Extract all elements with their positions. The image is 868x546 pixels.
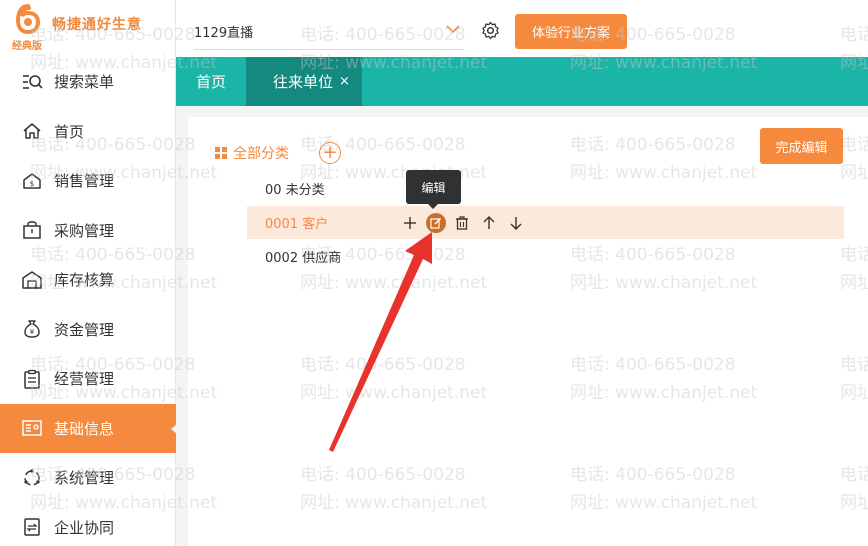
sidebar-item-warehouse[interactable]: 库存核算 xyxy=(0,255,176,305)
category-row-selected[interactable]: 0001 客户 xyxy=(247,206,844,239)
gear-icon[interactable] xyxy=(481,21,500,40)
edit-icon[interactable] xyxy=(426,213,446,233)
sales-icon: $ xyxy=(20,169,44,193)
sidebar-item-label: 系统管理 xyxy=(54,469,115,488)
chevron-down-icon xyxy=(446,25,460,34)
sidebar-item-home[interactable]: 首页 xyxy=(0,107,176,157)
add-category-button[interactable]: + xyxy=(319,142,341,164)
category-row[interactable]: 00 未分类 xyxy=(247,172,844,205)
home-icon xyxy=(20,119,44,143)
edit-tooltip: 编辑 xyxy=(406,170,461,209)
tab-partners[interactable]: 往来单位 × xyxy=(246,57,362,106)
row-actions xyxy=(399,212,532,234)
logo-mark-icon xyxy=(15,4,41,34)
add-subcategory-icon[interactable] xyxy=(399,212,421,234)
experience-industry-button[interactable]: 体验行业方案 xyxy=(515,14,627,49)
sidebar-item-label: 搜索菜单 xyxy=(54,73,115,92)
sidebar-item-collaboration[interactable]: 企业协同 xyxy=(0,503,176,546)
tab-bar: 首页 往来单位 × xyxy=(176,57,868,106)
sidebar-item-label: 基础信息 xyxy=(54,419,115,438)
finish-edit-button[interactable]: 完成编辑 xyxy=(760,128,843,164)
brand-logo[interactable]: 畅捷通好生意 经典版 xyxy=(0,0,176,58)
tab-home[interactable]: 首页 xyxy=(176,57,246,106)
sidebar-nav: 搜索菜单 首页 $ 销售管理 采购管理 库存核算 ¥ 资金管理 经营管理 基础信… xyxy=(0,57,177,546)
category-row[interactable]: 0002 供应商 xyxy=(247,240,844,273)
delete-icon[interactable] xyxy=(451,212,473,234)
warehouse-icon xyxy=(20,268,44,292)
sidebar-item-label: 经营管理 xyxy=(54,370,115,389)
top-bar: 1129直播 体验行业方案 xyxy=(176,0,868,57)
category-row-label: 0002 供应商 xyxy=(265,251,342,266)
category-row-label: 00 未分类 xyxy=(265,183,325,198)
store-select-value: 1129直播 xyxy=(194,26,254,41)
category-row-label: 0001 客户 xyxy=(265,217,329,232)
move-down-icon[interactable] xyxy=(505,212,527,234)
all-categories[interactable]: 全部分类 xyxy=(215,143,289,163)
plus-icon: + xyxy=(322,142,338,163)
sidebar-item-label: 企业协同 xyxy=(54,518,115,537)
money-bag-icon: ¥ xyxy=(20,317,44,341)
tab-label: 首页 xyxy=(196,73,227,91)
brand-name: 畅捷通好生意 xyxy=(52,17,142,33)
store-select[interactable]: 1129直播 xyxy=(194,14,464,50)
sidebar-item-label: 销售管理 xyxy=(54,172,115,191)
search-menu-icon xyxy=(20,70,44,94)
svg-text:$: $ xyxy=(30,180,34,188)
sidebar-item-label: 首页 xyxy=(54,122,85,141)
sidebar-item-sales[interactable]: $ 销售管理 xyxy=(0,156,176,206)
sidebar-item-purchase[interactable]: 采购管理 xyxy=(0,206,176,256)
clipboard-icon xyxy=(20,367,44,391)
grid-icon xyxy=(215,147,227,159)
sidebar-item-search-menu[interactable]: 搜索菜单 xyxy=(0,57,176,107)
sidebar: 畅捷通好生意 经典版 搜索菜单 首页 $ 销售管理 采购管理 库存核算 ¥ 资金… xyxy=(0,0,177,546)
move-up-icon[interactable] xyxy=(478,212,500,234)
svg-text:¥: ¥ xyxy=(30,328,35,336)
sidebar-item-system[interactable]: 系统管理 xyxy=(0,453,176,503)
purchase-icon xyxy=(20,218,44,242)
close-icon[interactable]: × xyxy=(339,74,350,89)
sidebar-item-operations[interactable]: 经营管理 xyxy=(0,354,176,404)
collab-icon xyxy=(20,515,44,539)
sidebar-item-label: 资金管理 xyxy=(54,320,115,339)
sidebar-item-basic-info[interactable]: 基础信息 xyxy=(0,403,177,453)
all-categories-label: 全部分类 xyxy=(233,146,289,162)
sidebar-item-label: 采购管理 xyxy=(54,221,115,240)
system-icon xyxy=(20,466,44,490)
sidebar-item-label: 库存核算 xyxy=(54,271,115,290)
tab-label: 往来单位 xyxy=(273,73,334,91)
sidebar-item-funds[interactable]: ¥ 资金管理 xyxy=(0,305,176,355)
brand-edition: 经典版 xyxy=(12,41,42,52)
id-card-icon xyxy=(20,416,44,440)
